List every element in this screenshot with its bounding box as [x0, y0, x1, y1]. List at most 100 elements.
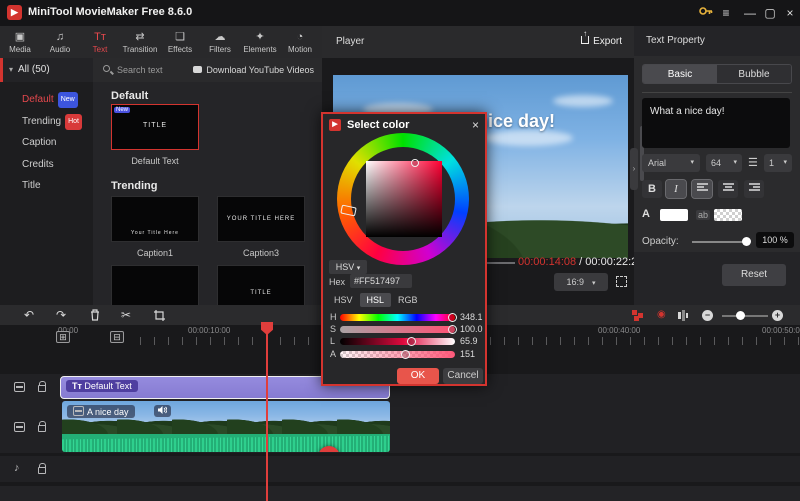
hue-slider[interactable]	[340, 314, 455, 321]
section-trending-heading: Trending	[111, 180, 157, 192]
download-youtube-link[interactable]: Download YouTube Videos	[193, 65, 314, 75]
template-caption4[interactable]	[111, 265, 199, 308]
maximize-button[interactable]: ▢	[760, 4, 780, 22]
record-icon[interactable]: ◉	[657, 307, 666, 323]
template-caption3[interactable]: YOUR TITLE HERE	[217, 196, 305, 242]
tab-hsl[interactable]: HSL	[360, 293, 392, 307]
text-property-title: Text Property	[634, 26, 800, 56]
minimize-button[interactable]: —	[740, 4, 760, 22]
category-caption[interactable]: Caption	[22, 136, 56, 150]
tab-hsv[interactable]: HSV	[327, 293, 360, 307]
italic-button[interactable]: I	[666, 180, 686, 198]
template-default-text[interactable]: New TITLE	[111, 104, 199, 150]
sv-cursor[interactable]	[411, 159, 419, 167]
timeline-zoom-slider[interactable]	[722, 315, 768, 317]
audio-track[interactable]: ♪	[0, 456, 800, 482]
category-default[interactable]: DefaultNew	[22, 92, 78, 106]
template-caption: Caption3	[217, 248, 305, 258]
saturation-slider-row: S 100.0	[323, 324, 485, 335]
saturation-knob[interactable]	[448, 325, 457, 334]
timeline-zoom-knob[interactable]	[736, 311, 745, 320]
redo-button[interactable]: ↷	[56, 307, 66, 323]
playhead-line[interactable]	[266, 322, 268, 501]
aspect-ratio-select[interactable]: 16:9▾	[554, 273, 608, 291]
menu-icon[interactable]: ≡	[716, 4, 736, 22]
track-manager-icon[interactable]	[632, 309, 643, 325]
font-size-select[interactable]: 64▾	[706, 154, 742, 172]
ribbon-toolbar: ▣Media ♫Audio TтText ⇄Transition ❏Effect…	[0, 26, 322, 58]
license-key-icon[interactable]	[696, 4, 716, 22]
alpha-slider[interactable]	[340, 351, 455, 358]
tab-rgb[interactable]: RGB	[391, 293, 425, 307]
export-button[interactable]: Export	[581, 36, 622, 47]
tab-effects[interactable]: ❏Effects	[160, 26, 200, 58]
player-header: Player Export	[322, 26, 634, 58]
bold-button[interactable]: B	[642, 180, 662, 198]
caret-down-icon: ▾	[592, 280, 596, 287]
text-content-input[interactable]: What a nice day!	[642, 98, 790, 148]
lightness-slider-row: L 65.9	[323, 336, 485, 347]
highlight-color-swatch[interactable]	[714, 209, 742, 221]
lock-icon[interactable]	[38, 425, 46, 432]
split-button[interactable]: ✂	[121, 307, 131, 323]
tab-bubble[interactable]: Bubble	[717, 65, 791, 83]
font-family-select[interactable]: Arial▾	[642, 154, 700, 172]
saturation-value-square[interactable]	[366, 161, 442, 237]
font-color-swatch[interactable]	[660, 209, 688, 221]
hue-knob[interactable]	[448, 313, 457, 322]
delete-button[interactable]	[90, 309, 100, 325]
alpha-slider-row: A 151	[323, 349, 485, 360]
tab-elements[interactable]: ✦Elements	[240, 26, 280, 58]
template-caption5[interactable]: TITLE	[217, 265, 305, 308]
undo-button[interactable]: ↶	[24, 307, 34, 323]
align-right-button[interactable]	[744, 180, 764, 198]
lock-icon[interactable]	[38, 385, 46, 392]
align-center-button[interactable]	[718, 180, 738, 198]
speaker-icon[interactable]	[154, 405, 171, 417]
mixer-icon[interactable]	[678, 309, 688, 325]
category-credits[interactable]: Credits	[22, 158, 54, 172]
text-clip-label: Tт Default Text	[66, 380, 138, 392]
fullscreen-icon[interactable]	[616, 276, 627, 287]
add-track-button[interactable]: ⊞	[56, 331, 70, 343]
tab-filters[interactable]: ☁Filters	[200, 26, 240, 58]
zoom-in-button[interactable]: +	[772, 310, 783, 321]
video-clip-a-nice-day[interactable]: A nice day ✂	[62, 401, 390, 452]
zoom-out-button[interactable]: −	[702, 310, 713, 321]
ok-button[interactable]: OK	[397, 368, 439, 384]
opacity-slider[interactable]	[692, 241, 748, 243]
lightness-knob[interactable]	[407, 337, 416, 346]
collapse-panel-handle[interactable]: ›	[630, 148, 638, 190]
saturation-slider[interactable]	[340, 326, 455, 333]
cancel-button[interactable]: Cancel	[443, 368, 483, 384]
color-mode-select[interactable]: HSV ▾	[329, 260, 367, 274]
fit-timeline-button[interactable]: ⊟	[110, 331, 124, 343]
dialog-close-icon[interactable]: ×	[472, 118, 479, 132]
line-spacing-select[interactable]: 1▾	[764, 154, 792, 172]
tab-audio[interactable]: ♫Audio	[40, 26, 80, 58]
download-icon	[193, 66, 202, 73]
category-title[interactable]: Title	[22, 179, 41, 193]
lock-icon[interactable]	[38, 467, 46, 474]
search-input[interactable]: Search text	[117, 65, 163, 75]
category-trending[interactable]: TrendingHot	[22, 114, 82, 128]
alpha-knob[interactable]	[401, 350, 410, 359]
lightness-slider[interactable]	[340, 338, 455, 345]
tab-motion[interactable]: ◔Motion	[280, 26, 320, 58]
search-bar[interactable]: Search text Download YouTube Videos	[93, 58, 322, 82]
reset-button[interactable]: Reset	[722, 264, 786, 286]
caret-down-icon: ▾	[783, 154, 787, 172]
tab-transition[interactable]: ⇄Transition	[120, 26, 160, 58]
hex-input[interactable]: #FF517497	[350, 274, 412, 288]
crop-button[interactable]	[154, 309, 165, 325]
template-caption1[interactable]: Your Title Here	[111, 196, 199, 242]
time-display: 00:00:14:08 / 00:00:22:22	[518, 256, 643, 268]
ruler-label: 00:00:40:00	[598, 326, 640, 335]
align-left-button[interactable]	[692, 180, 712, 198]
close-button[interactable]: ×	[780, 4, 800, 22]
opacity-knob[interactable]	[742, 237, 751, 246]
tab-media[interactable]: ▣Media	[0, 26, 40, 58]
tab-basic[interactable]: Basic	[643, 65, 717, 83]
category-all[interactable]: ▾All (50)	[0, 58, 93, 82]
tab-text[interactable]: TтText	[80, 26, 120, 58]
